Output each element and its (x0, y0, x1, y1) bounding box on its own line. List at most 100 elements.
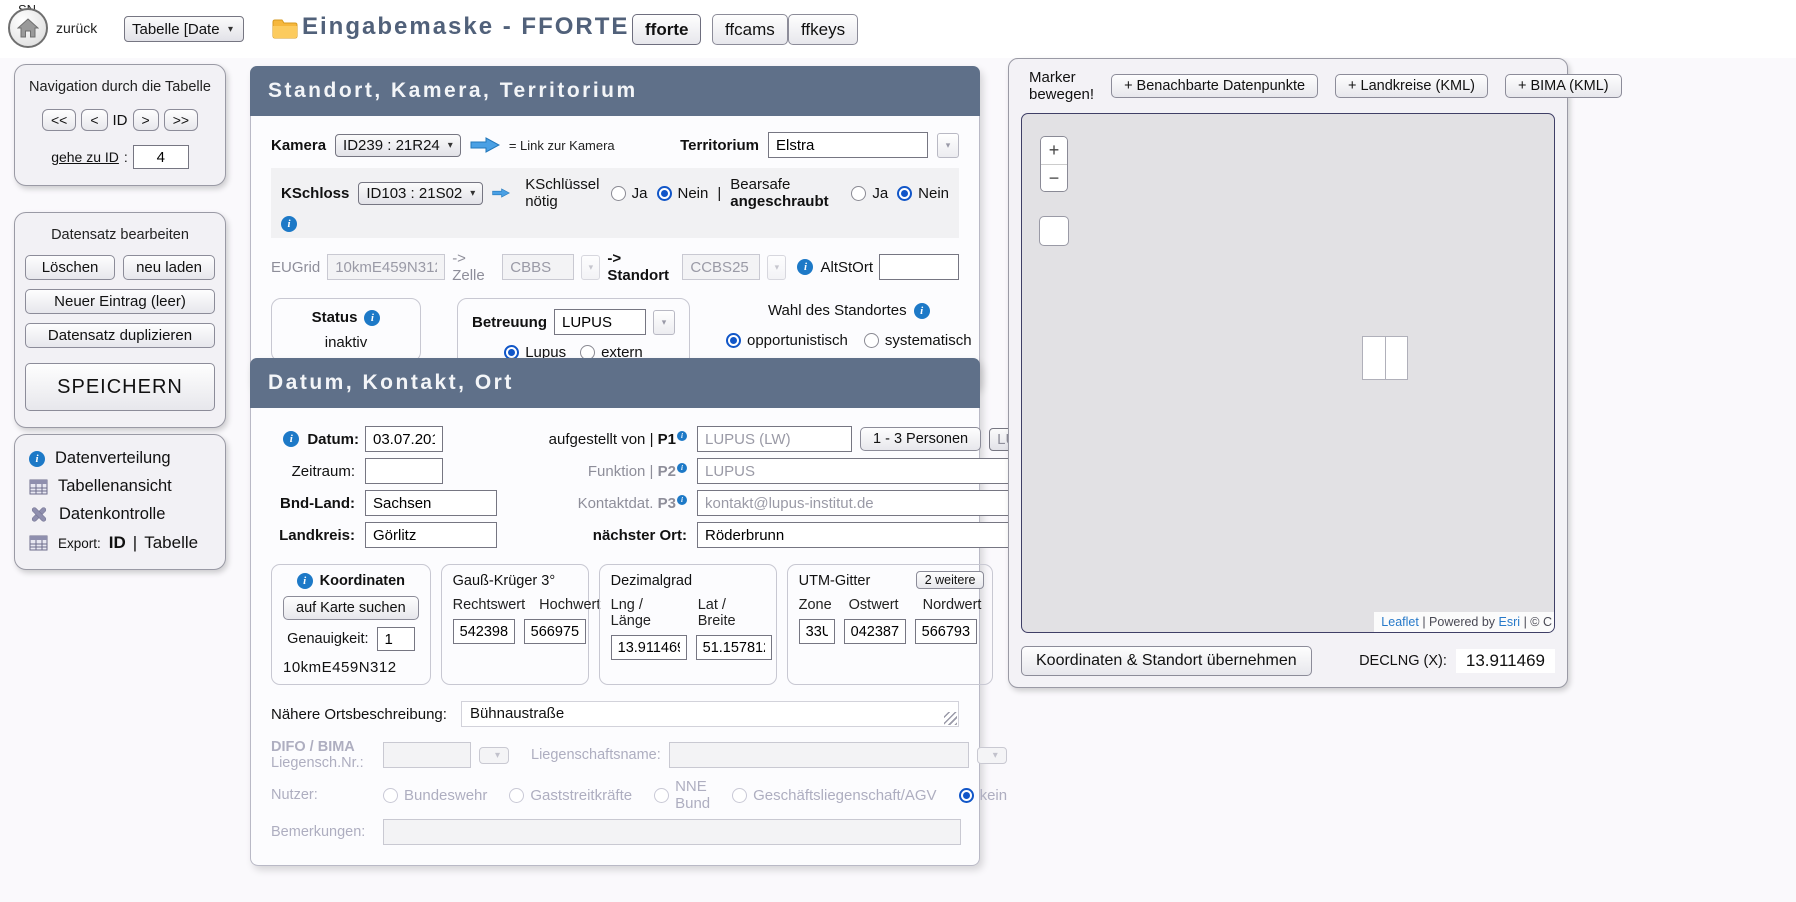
link-datenverteilung[interactable]: Datenverteilung (29, 449, 211, 468)
goto-id-link[interactable]: gehe zu ID (51, 149, 119, 165)
new-entry-button[interactable]: Neuer Eintrag (leer) (25, 289, 215, 314)
link-arrow-icon[interactable] (470, 137, 500, 153)
rechtswert-input[interactable] (453, 619, 515, 644)
weitere-button[interactable]: 2 weitere (916, 571, 985, 589)
table-icon (29, 535, 48, 551)
export-table-link[interactable]: Tabelle (144, 533, 198, 553)
radio-bearsafe-ja[interactable] (851, 186, 866, 201)
prev-record-button[interactable]: < (81, 109, 107, 131)
kamera-select[interactable]: ID239 : 21R24 (335, 134, 461, 157)
map-panel: Marker bewegen! + Benachbarte Datenpunkt… (1008, 58, 1568, 688)
p1-info-icon[interactable] (677, 431, 687, 441)
next-record-button[interactable]: > (133, 109, 159, 131)
kschloss-label: KSchloss (281, 185, 349, 202)
radio-systematisch[interactable] (864, 333, 879, 348)
p2-input[interactable] (697, 458, 1052, 484)
tab-fforte[interactable]: fforte (632, 14, 701, 45)
duplicate-button[interactable]: Datensatz duplizieren (25, 323, 215, 348)
export-id-link[interactable]: ID (109, 533, 126, 553)
bima-kml-button[interactable]: + BIMA (KML) (1505, 74, 1622, 98)
kamera-select-value: ID239 : 21R24 (343, 137, 440, 154)
link-arrow-icon[interactable] (492, 186, 510, 200)
datum-info-icon[interactable] (283, 431, 299, 447)
kschloss-info-icon[interactable] (281, 216, 297, 232)
radio-label: Nein (918, 185, 949, 202)
gk-title: Gauß-Krüger 3° (453, 573, 577, 589)
benachbarte-datenpunkte-button[interactable]: + Benachbarte Datenpunkte (1111, 74, 1318, 98)
link-datenkontrolle[interactable]: Datenkontrolle (29, 505, 211, 524)
radio-gaststreitkraefte (509, 788, 524, 803)
info-icon (29, 451, 45, 467)
naechster-ort-input[interactable] (697, 522, 1052, 548)
betreuung-input[interactable] (554, 309, 646, 335)
betreuung-label: Betreuung (472, 314, 547, 331)
zeitraum-input[interactable] (365, 458, 443, 484)
apply-coordinates-button[interactable]: Koordinaten & Standort übernehmen (1021, 646, 1312, 676)
lng-input[interactable] (611, 635, 687, 660)
datum-input[interactable] (365, 426, 443, 452)
zone-label: Zone (799, 597, 835, 613)
last-record-button[interactable]: >> (164, 109, 198, 131)
resize-grip[interactable] (944, 712, 957, 725)
tab-ffcams[interactable]: ffcams (712, 14, 788, 45)
p1-label: aufgestellt von | P1 (531, 431, 691, 448)
wahl-info-icon[interactable] (914, 303, 930, 319)
bnd-land-input[interactable] (365, 490, 497, 516)
first-record-button[interactable]: << (42, 109, 76, 131)
radio-kschluessel-ja[interactable] (611, 186, 626, 201)
ostwert-input[interactable] (844, 619, 906, 644)
betreuung-dropdown-button[interactable] (653, 310, 675, 335)
home-button[interactable] (8, 8, 48, 48)
standort-info-icon[interactable] (797, 259, 813, 275)
p3-info-icon[interactable] (677, 495, 687, 505)
landkreise-kml-button[interactable]: + Landkreise (KML) (1335, 74, 1488, 98)
reload-button[interactable]: neu laden (123, 255, 215, 280)
kschloss-select[interactable]: ID103 : 21S02 (358, 182, 483, 205)
tab-ffkeys[interactable]: ffkeys (788, 14, 858, 45)
zoom-in-button[interactable]: + (1041, 137, 1067, 164)
altstort-input[interactable] (879, 254, 959, 280)
lat-input[interactable] (696, 635, 772, 660)
genauigkeit-input[interactable] (377, 627, 415, 651)
hochwert-input[interactable] (524, 619, 586, 644)
grid-code: 10kmE459N312 (283, 659, 419, 676)
delete-button[interactable]: Löschen (25, 255, 115, 280)
table-select[interactable]: Tabelle [Datens (124, 16, 244, 42)
goto-colon: : (124, 149, 128, 165)
p1-label-bold: P1 (658, 431, 676, 448)
p2-info-icon[interactable] (677, 463, 687, 473)
nordwert-input[interactable] (915, 619, 977, 644)
radio-kein[interactable] (959, 788, 974, 803)
koordinaten-info-icon[interactable] (297, 573, 313, 589)
map[interactable]: + − Leaflet | Powered by Esri | © C (1021, 113, 1555, 633)
dezimalgrad-box: Dezimalgrad Lng / Länge Lat / Breite (599, 564, 777, 685)
p1-input[interactable] (697, 426, 852, 452)
zoom-out-button[interactable]: − (1041, 164, 1067, 191)
p3-label: Kontaktdat. P3 (531, 495, 691, 512)
marker-hint: Marker bewegen! (1029, 69, 1094, 103)
eugrid-label: EUGrid (271, 259, 320, 276)
p3-input[interactable] (697, 490, 1052, 516)
naechster-ort-label: nächster Ort: (531, 527, 691, 544)
goto-id-input[interactable] (133, 145, 189, 169)
radio-bearsafe-nein[interactable] (897, 186, 912, 201)
territorium-dropdown-button[interactable] (937, 133, 959, 158)
back-link[interactable]: zurück (56, 20, 97, 36)
status-info-icon[interactable] (364, 310, 380, 326)
leaflet-link[interactable]: Leaflet (1381, 615, 1419, 629)
territorium-input[interactable] (768, 132, 928, 158)
link-tabellenansicht[interactable]: Tabellenansicht (29, 477, 211, 496)
radio-kschluessel-nein[interactable] (657, 186, 672, 201)
map-extra-button[interactable] (1039, 216, 1069, 246)
personen-button[interactable]: 1 - 3 Personen (860, 427, 981, 451)
landkreis-input[interactable] (365, 522, 497, 548)
ortsbeschreibung-textarea[interactable]: Bühnaustraße (461, 701, 959, 727)
karte-suchen-button[interactable]: auf Karte suchen (283, 596, 419, 620)
radio-opportunistisch[interactable] (726, 333, 741, 348)
esri-link[interactable]: Esri (1499, 615, 1521, 629)
save-button[interactable]: SPEICHERN (25, 363, 215, 411)
zone-input[interactable] (799, 619, 835, 644)
declng-value: 13.911469 (1456, 649, 1555, 673)
radio-geschaeftsliegenschaft (732, 788, 747, 803)
home-icon (17, 18, 39, 38)
